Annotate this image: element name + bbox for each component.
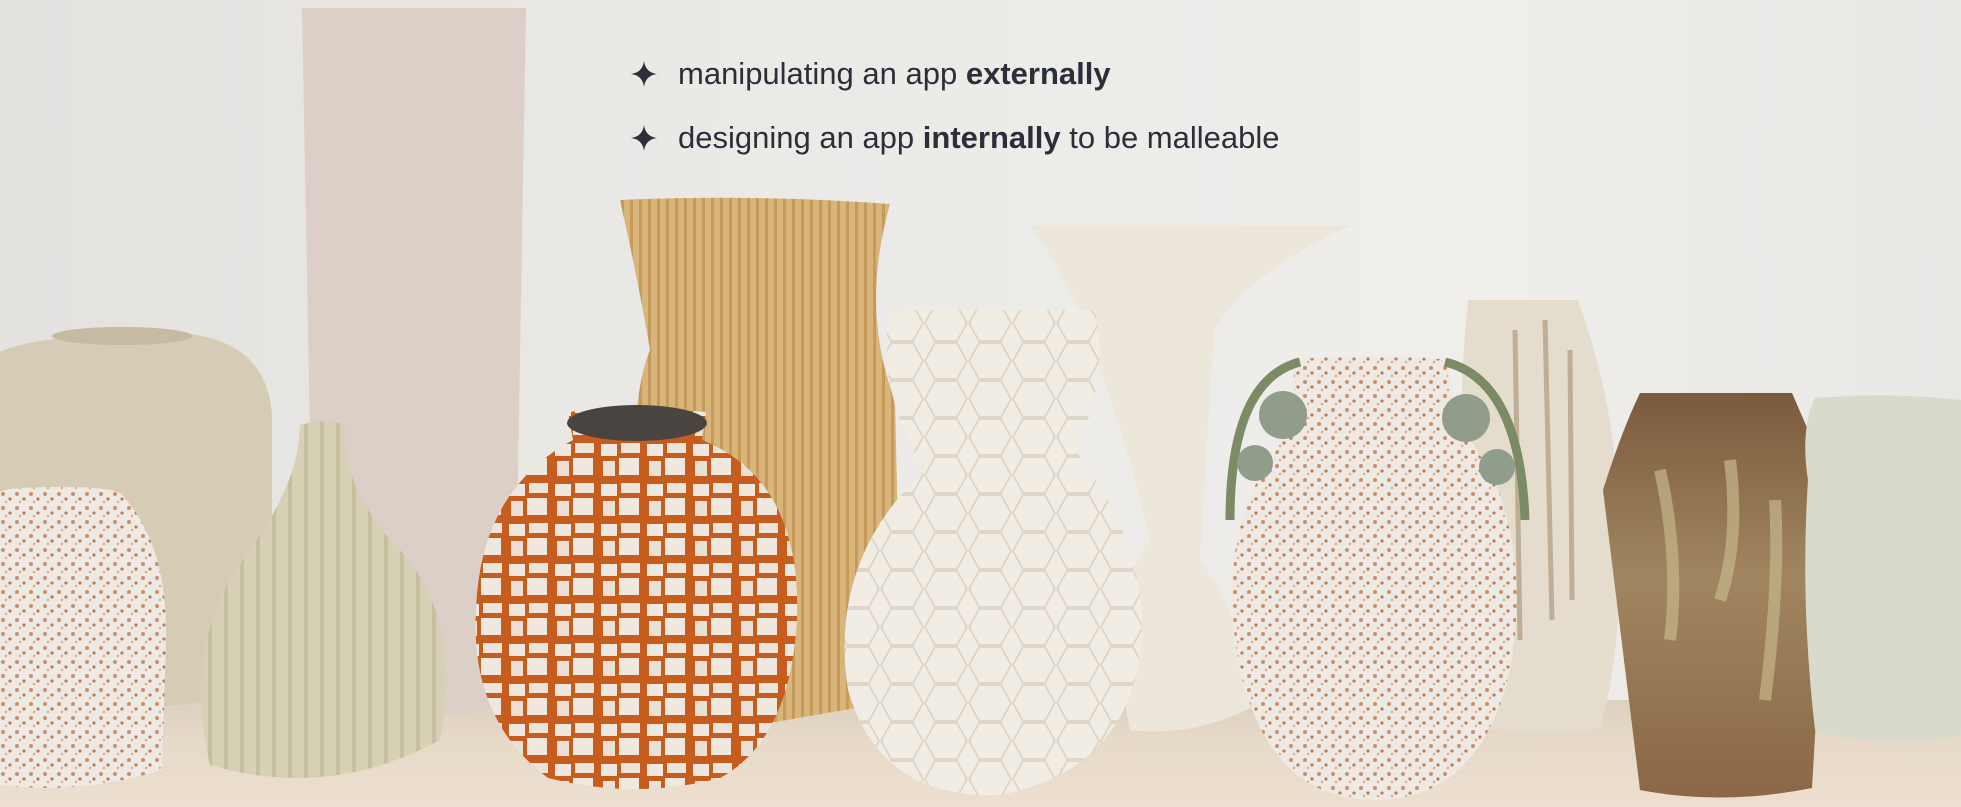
bullet-text-plain: manipulating an app bbox=[678, 56, 958, 91]
four-point-star-icon bbox=[630, 124, 658, 152]
bullet-text-trailing: to be malleable bbox=[1069, 120, 1280, 155]
bullet-list: manipulating an app externally designing… bbox=[630, 42, 1279, 170]
bullet-item: designing an app internally to be mallea… bbox=[630, 106, 1279, 170]
slide-background-photo: manipulating an app externally designing… bbox=[0, 0, 1961, 807]
bullet-text-bold: externally bbox=[965, 56, 1111, 91]
bullet-text-plain: designing an app bbox=[678, 120, 915, 155]
bullet-text-bold: internally bbox=[922, 120, 1061, 155]
bullet-item: manipulating an app externally bbox=[630, 42, 1279, 106]
four-point-star-icon bbox=[630, 60, 658, 88]
